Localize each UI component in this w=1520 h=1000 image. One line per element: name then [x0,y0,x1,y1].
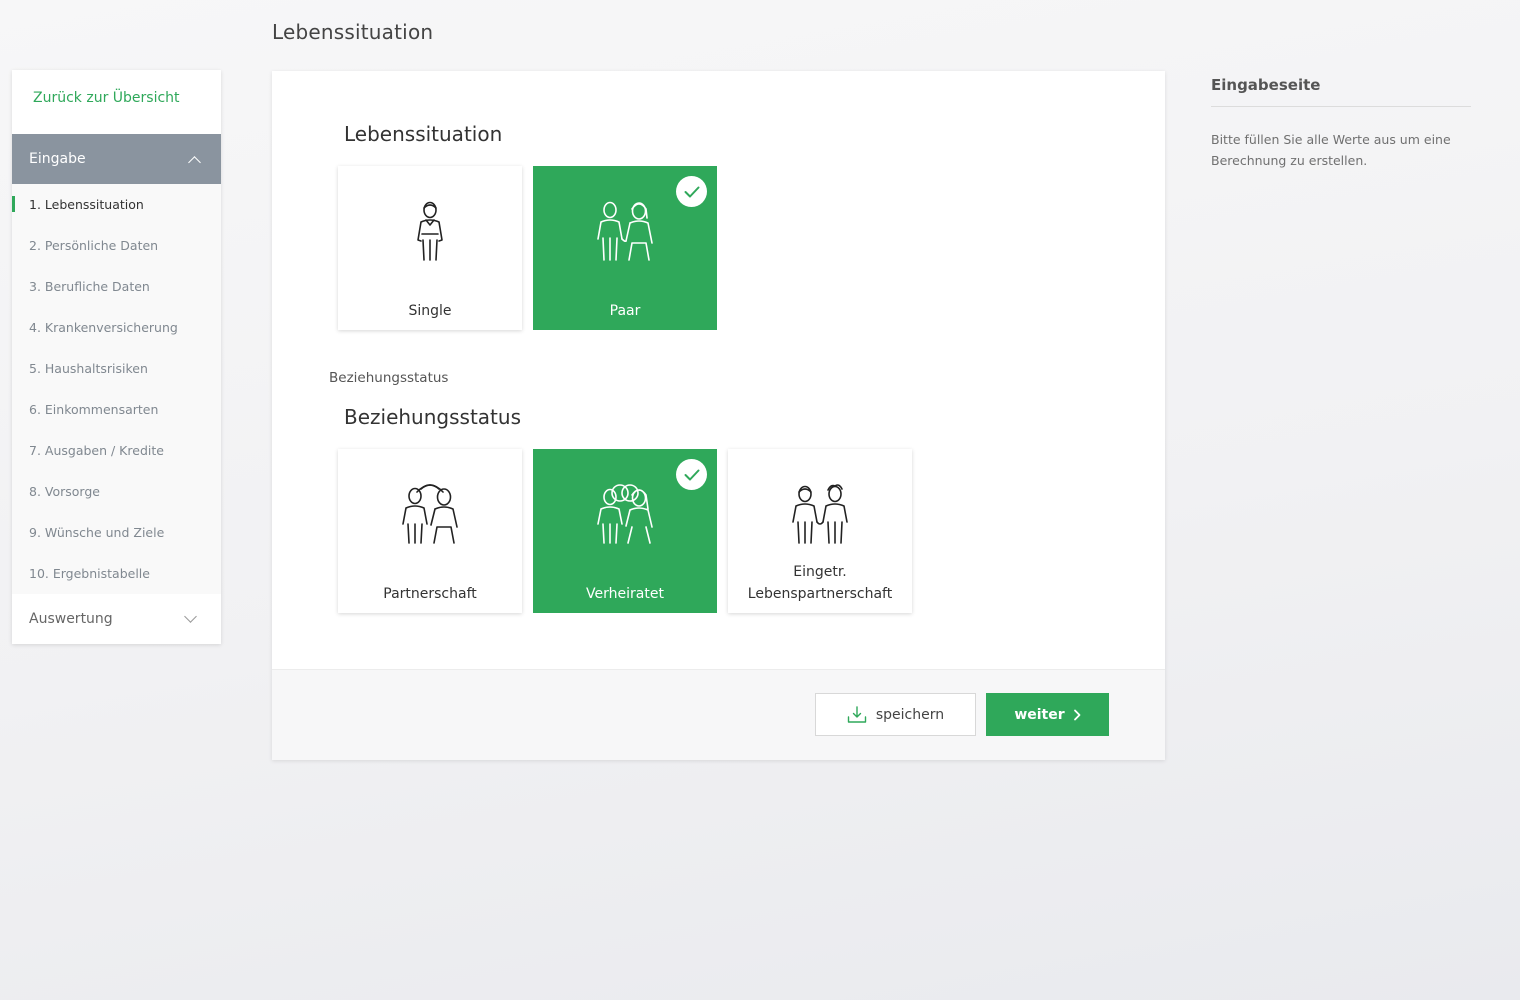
sidebar-section-label: Eingabe [29,151,86,167]
sidebar-section-label: Auswertung [29,611,113,627]
page-title: Lebenssituation [272,20,434,44]
sidebar-item-krankenversicherung[interactable]: 4. Krankenversicherung [12,307,221,348]
sidebar-item-haushaltsrisiken[interactable]: 5. Haushaltsrisiken [12,348,221,389]
sidebar-step-list: 1. Lebenssituation 2. Persönliche Daten … [12,184,221,594]
relationship-options: Partnerschaft Verheiratet Eingetr. Leben… [338,449,912,613]
chevron-up-icon [188,155,201,169]
relationship-heading: Beziehungsstatus [344,405,521,429]
sidebar-item-vorsorge[interactable]: 8. Vorsorge [12,471,221,512]
main-card: Lebenssituation Single Paar Beziehungsst… [272,71,1165,760]
back-to-overview-link[interactable]: Zurück zur Übersicht [12,70,221,134]
option-tile-single[interactable]: Single [338,166,522,330]
sidebar-item-wuensche-ziele[interactable]: 9. Wünsche und Ziele [12,512,221,553]
sidebar-item-berufliche-daten[interactable]: 3. Berufliche Daten [12,266,221,307]
checkmark-icon [676,176,707,207]
sidebar-item-persoenliche-daten[interactable]: 2. Persönliche Daten [12,225,221,266]
sidebar-item-ergebnistabelle[interactable]: 10. Ergebnistabelle [12,553,221,594]
option-label-line-1: Eingetr. [793,564,847,580]
chevron-down-icon [184,609,197,623]
card-body: Lebenssituation Single Paar Beziehungsst… [272,71,1165,669]
sidebar: Zurück zur Übersicht Eingabe 1. Lebenssi… [12,70,221,644]
couple-icon [590,200,660,262]
sidebar-item-lebenssituation[interactable]: 1. Lebenssituation [12,184,221,225]
option-label: Single [408,303,452,319]
option-label: Paar [609,303,641,319]
card-footer: speichern weiter [272,669,1165,760]
option-label: Partnerschaft [383,586,477,602]
info-text: Bitte füllen Sie alle Werte aus um eine … [1211,132,1451,168]
option-tile-partnerschaft[interactable]: Partnerschaft [338,449,522,613]
next-button-label: weiter [1014,706,1065,723]
option-label: Verheiratet [586,586,664,602]
relationship-small-label: Beziehungsstatus [329,370,449,386]
option-label: Eingetr. Lebenspartnerschaft [728,561,912,605]
save-button-label: speichern [875,706,945,723]
partnership-icon [395,483,465,545]
sidebar-section-auswertung[interactable]: Auswertung [12,594,221,644]
situation-heading: Lebenssituation [344,122,503,146]
option-label-line-2: Lebenspartnerschaft [747,586,893,602]
next-button[interactable]: weiter [986,693,1109,736]
option-tile-verheiratet[interactable]: Verheiratet [533,449,717,613]
married-icon [590,483,660,545]
single-person-icon [410,200,450,262]
sidebar-section-eingabe[interactable]: Eingabe [12,134,221,184]
option-tile-eingetragene-lebenspartnerschaft[interactable]: Eingetr. Lebenspartnerschaft [728,449,912,613]
sidebar-item-einkommensarten[interactable]: 6. Einkommensarten [12,389,221,430]
checkmark-icon [676,459,707,490]
download-icon [847,705,867,723]
info-title: Eingabeseite [1211,76,1471,107]
chevron-right-icon [1073,709,1081,720]
situation-options: Single Paar [338,166,717,330]
save-button[interactable]: speichern [815,693,976,736]
info-panel: Eingabeseite Bitte füllen Sie alle Werte… [1211,76,1471,171]
sidebar-item-ausgaben-kredite[interactable]: 7. Ausgaben / Kredite [12,430,221,471]
registered-partnership-icon [785,483,855,545]
option-tile-paar[interactable]: Paar [533,166,717,330]
